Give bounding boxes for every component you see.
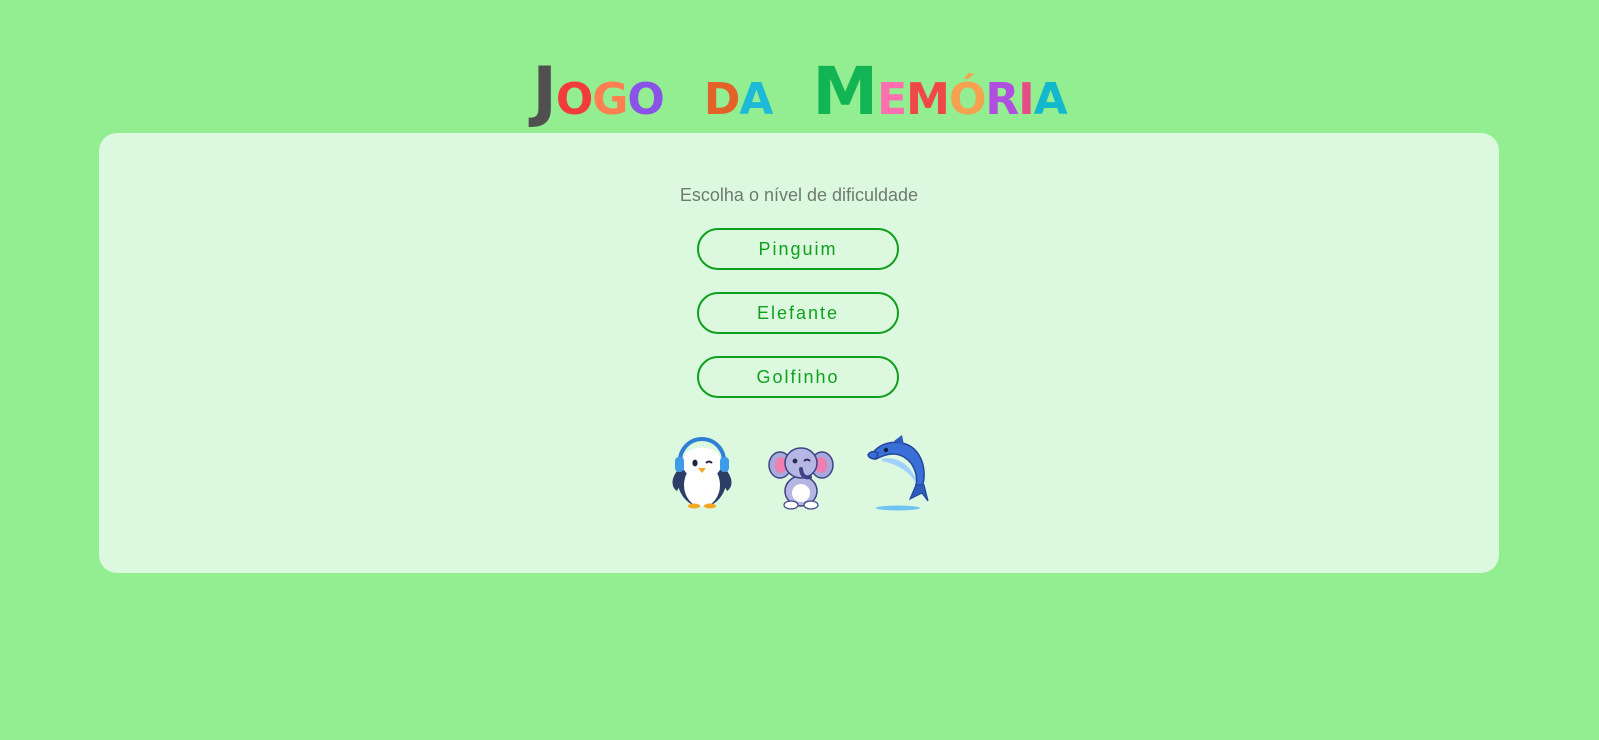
level-button-elefante[interactable]: Elefante bbox=[697, 292, 899, 334]
page: JOGO DA MEMÓRIA Escolha o nível de dific… bbox=[0, 0, 1599, 740]
level-button-pinguim[interactable]: Pinguim bbox=[697, 228, 899, 270]
title-letter: O bbox=[555, 73, 593, 125]
title-letter: G bbox=[592, 73, 628, 125]
title-letter: M bbox=[906, 73, 950, 125]
dolphin-icon bbox=[867, 435, 929, 511]
title-word-jogo: JOGO bbox=[532, 52, 665, 136]
title-letter: E bbox=[877, 73, 907, 125]
title-word-da: DA bbox=[703, 60, 774, 136]
animal-illustrations bbox=[99, 433, 1499, 513]
title-letter: O bbox=[627, 73, 664, 125]
title-letter: A bbox=[739, 73, 773, 125]
title-letter: A bbox=[1033, 73, 1068, 125]
level-button-golfinho[interactable]: Golfinho bbox=[697, 356, 899, 398]
title-letter: I bbox=[1018, 73, 1034, 125]
title-letter: M bbox=[812, 52, 878, 130]
elephant-icon bbox=[768, 447, 834, 510]
title-letter: Ó bbox=[948, 73, 986, 125]
title-letter: J bbox=[532, 52, 557, 130]
title-letter: D bbox=[703, 73, 741, 125]
difficulty-prompt: Escolha o nível de dificuldade bbox=[679, 185, 919, 205]
difficulty-panel: Escolha o nível de dificuldade Pinguim E… bbox=[99, 133, 1499, 573]
game-title: JOGO DA MEMÓRIA bbox=[0, 52, 1599, 136]
title-letter: R bbox=[985, 73, 1019, 125]
title-word-memoria: MEMÓRIA bbox=[812, 52, 1068, 136]
penguin-icon bbox=[672, 437, 732, 509]
